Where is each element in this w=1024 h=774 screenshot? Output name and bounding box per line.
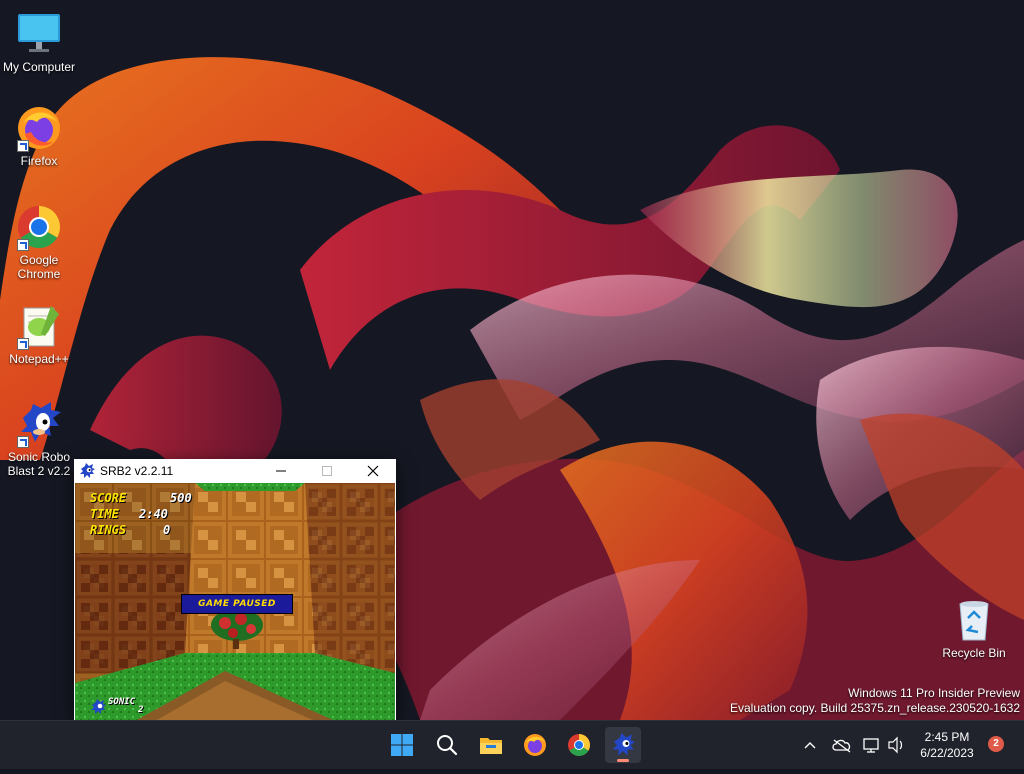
sonic-icon — [612, 733, 635, 756]
shortcut-arrow-icon — [17, 140, 29, 152]
shortcut-arrow-icon — [17, 436, 29, 448]
search-icon — [437, 735, 458, 756]
taskbar-search-button[interactable] — [429, 727, 465, 763]
hud-rings-label: RINGS — [90, 523, 127, 537]
taskbar-sonic-robo-blast-2[interactable] — [605, 727, 641, 763]
monitor-icon — [15, 10, 63, 58]
sonic-icon — [15, 400, 63, 448]
minimize-button[interactable] — [258, 459, 304, 483]
chrome-icon — [568, 734, 590, 756]
desktop-icon-label: Notepad++ — [9, 352, 69, 366]
lives-count: 2 — [138, 705, 144, 715]
windows-watermark: Windows 11 Pro Insider Preview Evaluatio… — [730, 686, 1020, 716]
desktop-icon-label: Sonic Robo Blast 2 v2.2 — [7, 450, 71, 478]
hud-rings-value: 0 — [163, 523, 171, 537]
taskbar-clock[interactable]: 2:45 PM 6/22/2023 — [912, 729, 982, 761]
hud-score-label: SCORE — [90, 491, 127, 505]
shortcut-arrow-icon — [17, 338, 29, 350]
chrome-icon — [15, 203, 63, 251]
watermark-line-2: Evaluation copy. Build 25375.zn_release.… — [730, 701, 1020, 715]
window-titlebar[interactable]: SRB2 v2.2.11 — [74, 459, 396, 483]
taskbar-start-button[interactable] — [384, 727, 420, 763]
game-viewport[interactable]: SCORE 500 TIME 2:40 RINGS 0 GAME PAUSED … — [75, 483, 395, 721]
desktop-icon-google-chrome[interactable]: Google Chrome — [1, 203, 77, 281]
firefox-icon — [524, 734, 546, 756]
taskbar-file-explorer[interactable] — [473, 727, 509, 763]
windows-logo-icon — [391, 734, 413, 756]
folder-icon — [480, 738, 502, 754]
desktop-icon-my-computer[interactable]: My Computer — [1, 10, 77, 74]
game-paused-banner: GAME PAUSED — [181, 594, 293, 614]
desktop-icon-label: My Computer — [2, 60, 76, 74]
firefox-icon — [15, 104, 63, 152]
desktop-icon-label: Firefox — [20, 154, 58, 168]
clock-time: 2:45 PM — [924, 730, 970, 744]
maximize-button[interactable] — [304, 459, 350, 483]
taskbar-firefox[interactable] — [517, 727, 553, 763]
desktop-icon-recycle-bin[interactable]: Recycle Bin — [936, 596, 1012, 660]
window-title: SRB2 v2.2.11 — [100, 464, 174, 478]
notepadpp-icon — [15, 302, 63, 350]
sonic-icon — [79, 463, 95, 479]
recycle-bin-icon — [950, 596, 998, 644]
shortcut-arrow-icon — [17, 239, 29, 251]
clock-date: 6/22/2023 — [920, 746, 974, 760]
hud-time-value: 2:40 — [139, 507, 168, 521]
watermark-line-1: Windows 11 Pro Insider Preview — [848, 686, 1020, 700]
desktop-icon-label: Google Chrome — [17, 253, 61, 281]
close-button[interactable] — [350, 459, 396, 483]
desktop-icon-firefox[interactable]: Firefox — [1, 104, 77, 168]
taskbar-chrome[interactable] — [561, 727, 597, 763]
hud-score-value: 500 — [170, 491, 192, 505]
tray-volume-icon[interactable] — [886, 721, 906, 769]
game-window[interactable]: SRB2 v2.2.11 SCORE 500 TIME 2:40 RINGS 0… — [74, 459, 396, 721]
notification-badge[interactable]: 2 — [988, 736, 1004, 752]
lives-indicator: SONIC 2 — [90, 697, 150, 717]
tray-network-icon[interactable] — [862, 721, 882, 769]
lives-name: SONIC — [108, 697, 136, 707]
tray-cloud-offline-icon[interactable] — [830, 721, 854, 769]
hud-time-label: TIME — [90, 507, 119, 521]
taskbar: 2:45 PM 6/22/2023 — [0, 720, 1024, 769]
desktop-icon-notepad-plus-plus[interactable]: Notepad++ — [1, 302, 77, 366]
sonic-life-icon — [91, 699, 106, 714]
desktop-icon-sonic-robo-blast-2[interactable]: Sonic Robo Blast 2 v2.2 — [1, 400, 77, 478]
tray-chevron-up-icon[interactable] — [800, 721, 820, 769]
desktop-icon-label: Recycle Bin — [942, 646, 1006, 660]
